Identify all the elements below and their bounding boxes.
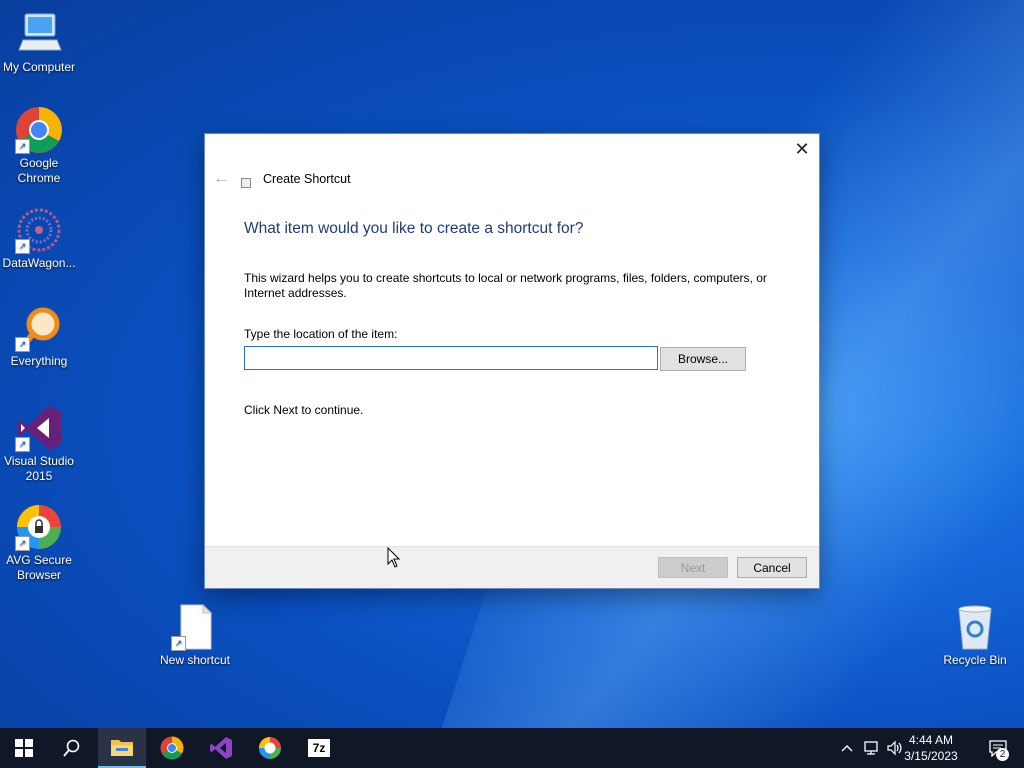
desktop-icon-visual-studio[interactable]: ↗ Visual Studio 2015 xyxy=(0,404,79,484)
taskbar-file-explorer[interactable] xyxy=(98,728,146,768)
clock-date: 3/15/2023 xyxy=(904,749,958,763)
show-hidden-icons-chevron-up-icon[interactable] xyxy=(838,728,856,768)
notification-count-badge: 2 xyxy=(996,748,1009,761)
taskbar-7zip[interactable]: 7z xyxy=(295,728,343,768)
taskbar-avg-browser[interactable] xyxy=(246,728,294,768)
shortcut-arrow-icon: ↗ xyxy=(15,437,30,452)
desktop-icon-label: Recycle Bin xyxy=(943,653,1007,667)
shortcut-arrow-icon: ↗ xyxy=(15,139,30,154)
recycle-bin-icon xyxy=(951,603,999,651)
start-button[interactable] xyxy=(0,728,48,768)
desktop-icon-label: Everything xyxy=(10,354,68,368)
desktop-icon-label: DataWagon... xyxy=(2,256,76,270)
continue-hint: Click Next to continue. xyxy=(244,403,364,417)
everything-search-icon: ↗ xyxy=(15,304,63,352)
taskbar-visual-studio[interactable] xyxy=(197,728,245,768)
desktop-icon-label: AVG Secure Browser xyxy=(6,553,72,582)
desktop-icon-label: Google Chrome xyxy=(17,156,61,185)
dialog-footer: Next Cancel xyxy=(205,546,819,588)
chrome-icon: ↗ xyxy=(15,106,63,154)
avg-browser-icon xyxy=(259,737,281,759)
taskbar: 7z 4:44 AM 3/15/2023 2 xyxy=(0,728,1024,768)
desktop-icon-datawagon[interactable]: ↗ DataWagon... xyxy=(0,206,79,271)
location-label: Type the location of the item: xyxy=(244,327,398,341)
windows-logo-icon xyxy=(15,739,33,757)
browse-button[interactable]: Browse... xyxy=(660,347,746,371)
close-icon[interactable]: ✕ xyxy=(793,140,811,158)
taskbar-chrome[interactable] xyxy=(148,728,196,768)
clock-time: 4:44 AM xyxy=(908,733,954,747)
computer-icon xyxy=(15,10,63,58)
chrome-icon xyxy=(160,736,184,760)
shortcut-arrow-icon: ↗ xyxy=(15,337,30,352)
cancel-button[interactable]: Cancel xyxy=(737,557,807,578)
location-input[interactable] xyxy=(244,346,658,370)
desktop-icon-my-computer[interactable]: My Computer xyxy=(0,10,79,75)
desktop-icon-google-chrome[interactable]: ↗ Google Chrome xyxy=(0,106,79,186)
shortcut-arrow-icon: ↗ xyxy=(171,636,186,651)
search-button[interactable] xyxy=(48,728,96,768)
shortcut-wizard-icon xyxy=(241,178,251,188)
network-icon[interactable] xyxy=(861,728,883,768)
taskbar-clock[interactable]: 4:44 AM 3/15/2023 xyxy=(896,732,966,764)
search-icon xyxy=(63,739,80,757)
7zip-icon: 7z xyxy=(308,739,330,757)
desktop-icon-recycle-bin[interactable]: Recycle Bin xyxy=(935,603,1015,668)
create-shortcut-dialog: ✕ ← Create Shortcut What item would you … xyxy=(205,134,819,588)
desktop-icon-new-shortcut[interactable]: ↗ New shortcut xyxy=(155,603,235,668)
dialog-description: This wizard helps you to create shortcut… xyxy=(244,271,767,300)
folder-icon xyxy=(111,740,133,756)
dialog-heading: What item would you like to create a sho… xyxy=(244,220,584,237)
next-button[interactable]: Next xyxy=(658,557,728,578)
avg-browser-icon: ↗ xyxy=(15,503,63,551)
visual-studio-icon: ↗ xyxy=(15,404,63,452)
shortcut-arrow-icon: ↗ xyxy=(15,239,30,254)
desktop-icon-label: My Computer xyxy=(2,60,76,74)
blank-file-icon: ↗ xyxy=(171,603,219,651)
desktop-icon-label: New shortcut xyxy=(159,653,231,667)
desktop-icon-label: Visual Studio 2015 xyxy=(4,454,74,483)
datawagon-icon: ↗ xyxy=(15,206,63,254)
mouse-cursor-icon xyxy=(387,546,401,574)
dialog-title: Create Shortcut xyxy=(263,172,351,186)
desktop-icon-everything[interactable]: ↗ Everything xyxy=(0,304,79,369)
back-arrow-icon[interactable]: ← xyxy=(213,170,229,188)
visual-studio-icon xyxy=(210,737,232,759)
action-center-button[interactable]: 2 xyxy=(978,728,1018,768)
desktop-icon-avg-secure-browser[interactable]: ↗ AVG Secure Browser xyxy=(0,503,79,583)
shortcut-arrow-icon: ↗ xyxy=(15,536,30,551)
